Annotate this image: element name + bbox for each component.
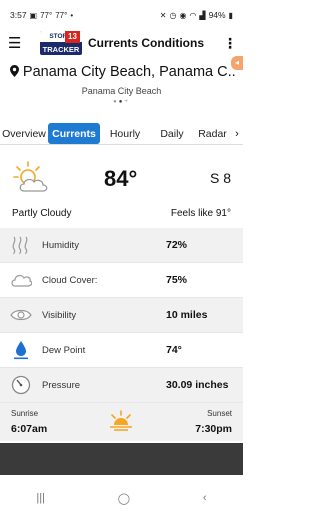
dot-icon: •	[70, 10, 74, 20]
dew-drop-icon	[10, 340, 32, 360]
sunrise-time: 6:07am	[11, 423, 48, 435]
add-location-icon[interactable]: +	[124, 99, 130, 105]
sunrise-label: Sunrise	[11, 409, 39, 418]
home-icon[interactable]: ◯	[118, 492, 130, 505]
wind-value: S 8	[209, 170, 231, 186]
detail-list: Humidity 72% Cloud Cover: 75% Visibility…	[0, 228, 243, 403]
feels-like-text: Feels like 91°	[170, 208, 231, 219]
logo-number: 13	[65, 31, 80, 43]
back-icon[interactable]: ‹	[203, 492, 207, 504]
alarm-icon: ◷	[169, 10, 177, 20]
mute-icon: ✕	[159, 10, 167, 20]
partly-cloudy-icon	[12, 160, 52, 196]
ad-banner	[0, 443, 243, 475]
page-title: Currents Conditions	[88, 36, 204, 50]
location-subtitle: Panama City Beach	[81, 86, 162, 96]
battery-icon: ▮	[228, 10, 233, 20]
gallery-icon: ▣	[29, 10, 38, 20]
detail-label: Pressure	[42, 379, 81, 391]
system-nav-bar: ||| ◯ ‹	[0, 484, 243, 512]
clock: 3:57	[10, 10, 27, 20]
tab-overview[interactable]: Overview	[0, 123, 48, 144]
detail-label: Humidity	[42, 239, 79, 251]
detail-row-pressure: Pressure 30.09 inches	[0, 368, 243, 403]
humidity-icon	[10, 235, 32, 255]
location-pin-icon	[10, 64, 20, 80]
detail-value: 75%	[166, 274, 188, 286]
detail-label: Cloud Cover:	[42, 274, 98, 286]
location-header: Panama City Beach, Panama C... Panama Ci…	[0, 60, 243, 110]
cloud-icon	[10, 270, 32, 290]
detail-row-dew-point: Dew Point 74°	[0, 333, 243, 368]
logo-bottom-text: TRACKER	[42, 45, 80, 54]
sunrise-sunset-row: Sunrise 6:07am Sunset 7:30pm	[0, 403, 243, 441]
battery-percent: 94%	[208, 10, 226, 20]
tab-currents[interactable]: Currents	[48, 123, 100, 144]
sunset-label: Sunset	[207, 409, 232, 418]
tab-hourly[interactable]: Hourly	[100, 123, 150, 144]
recent-apps-icon[interactable]: |||	[36, 492, 45, 504]
detail-row-visibility: Visibility 10 miles	[0, 298, 243, 333]
detail-row-humidity: Humidity 72%	[0, 228, 243, 263]
more-vertical-icon[interactable]: ⋮	[221, 35, 239, 52]
detail-value: 74°	[166, 344, 182, 356]
tab-bar: Overview Currents Hourly Daily Radar ›	[0, 123, 243, 145]
wifi-icon: ◠	[189, 10, 197, 20]
condition-text: Partly Cloudy	[12, 208, 72, 219]
status-bar: 3:57 ▣ 77° 77° • ✕ ◷ ◉ ◠ ▟ 94% ▮	[0, 0, 243, 30]
signal-icon: ▟	[199, 10, 206, 20]
tab-daily[interactable]: Daily	[150, 123, 194, 144]
detail-value: 30.09 inches	[166, 379, 229, 391]
hamburger-menu-icon[interactable]: ☰	[8, 36, 30, 51]
eye-icon	[10, 305, 32, 325]
app-screen: 3:57 ▣ 77° 77° • ✕ ◷ ◉ ◠ ▟ 94% ▮ ☰ STORM…	[0, 0, 243, 512]
current-conditions: 84° S 8 Partly Cloudy Feels like 91°	[0, 152, 243, 226]
location-icon: ◉	[179, 10, 187, 20]
tab-radar[interactable]: Radar	[194, 123, 231, 144]
app-bar: ☰ STORM 13 TRACKER Currents Conditions ⋮	[0, 30, 243, 56]
storm-tracker-logo: STORM 13 TRACKER	[40, 31, 82, 55]
temperature-notification: 77°	[55, 10, 68, 20]
sunrise-sunset-icon	[108, 409, 134, 433]
chevron-right-icon[interactable]: ›	[231, 123, 243, 144]
gauge-icon	[10, 375, 32, 395]
page-indicator: ●●+	[0, 99, 243, 105]
location-name[interactable]: Panama City Beach, Panama C...	[23, 64, 236, 80]
detail-label: Dew Point	[42, 344, 86, 356]
detail-label: Visibility	[42, 309, 77, 321]
sunset-time: 7:30pm	[195, 423, 232, 435]
current-temperature: 84°	[104, 166, 138, 191]
side-panel-tab[interactable]: ◂	[231, 56, 243, 70]
detail-value: 10 miles	[166, 309, 208, 321]
temperature-notification: 77°	[40, 10, 53, 20]
detail-value: 72%	[166, 239, 188, 251]
detail-row-cloud-cover: Cloud Cover: 75%	[0, 263, 243, 298]
